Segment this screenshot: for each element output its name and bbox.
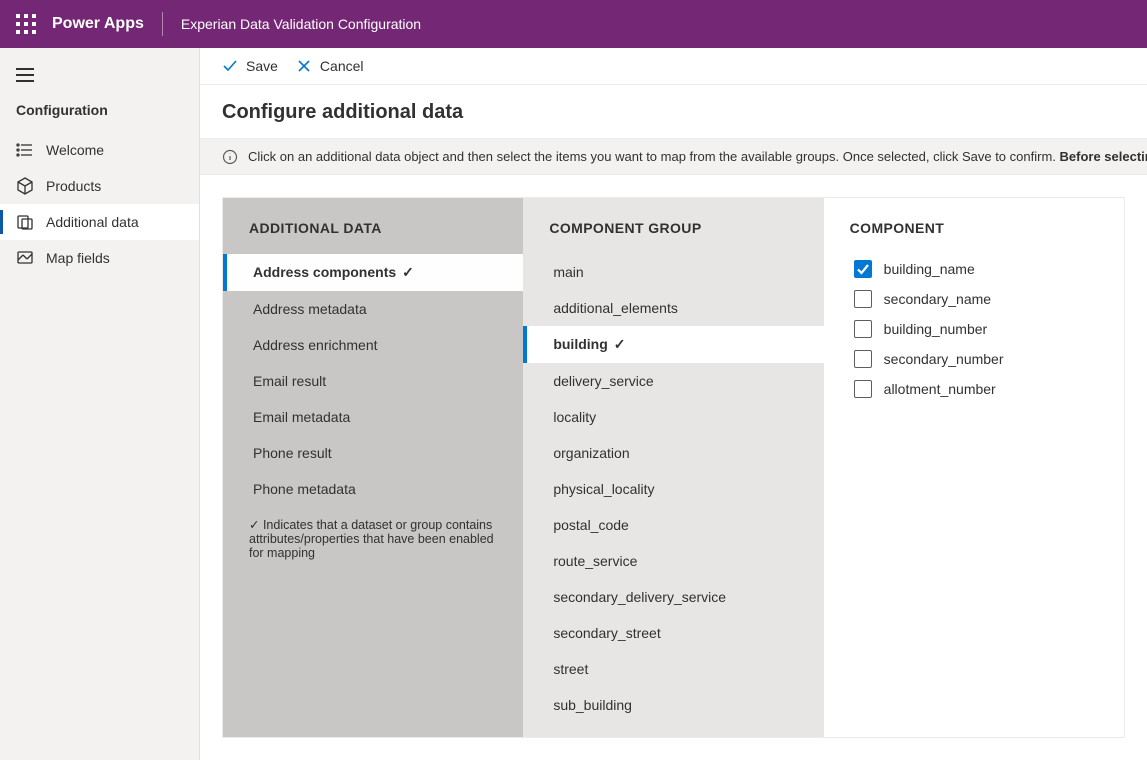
component-label: secondary_number <box>884 351 1004 367</box>
list-item-label: Address metadata <box>253 301 367 317</box>
check-icon <box>222 58 238 74</box>
close-icon <box>296 58 312 74</box>
component-label: secondary_name <box>884 291 991 307</box>
component-group-item[interactable]: physical_locality <box>523 471 823 507</box>
checkbox[interactable] <box>854 350 872 368</box>
list-item-label: postal_code <box>553 517 629 533</box>
sidebar-item-label: Welcome <box>46 142 104 158</box>
list-icon <box>16 141 34 159</box>
list-item-label: building <box>553 336 607 352</box>
col-header-component-group: COMPONENT GROUP <box>523 198 823 254</box>
three-column-panel: ADDITIONAL DATA Address components✓Addre… <box>222 197 1125 738</box>
additional-data-item[interactable]: Address enrichment <box>223 327 523 363</box>
app-launcher-icon[interactable] <box>16 14 36 34</box>
cube-icon <box>16 177 34 195</box>
component-group-item[interactable]: street <box>523 651 823 687</box>
additional-data-item[interactable]: Email metadata <box>223 399 523 435</box>
list-item-label: secondary_street <box>553 625 660 641</box>
component-group-item[interactable]: secondary_delivery_service <box>523 579 823 615</box>
info-bar: Click on an additional data object and t… <box>200 138 1147 175</box>
component-item[interactable]: allotment_number <box>824 374 1124 404</box>
list-item-label: Email result <box>253 373 326 389</box>
component-item[interactable]: secondary_number <box>824 344 1124 374</box>
column-additional-data: ADDITIONAL DATA Address components✓Addre… <box>223 198 523 737</box>
additional-data-item[interactable]: Phone result <box>223 435 523 471</box>
main-area: Save Cancel Configure additional data Cl… <box>200 48 1147 760</box>
data-icon <box>16 213 34 231</box>
info-icon <box>222 149 238 165</box>
list-item-label: route_service <box>553 553 637 569</box>
page-title: Configure additional data <box>200 85 1147 138</box>
additional-data-item[interactable]: Email result <box>223 363 523 399</box>
component-group-item[interactable]: secondary_street <box>523 615 823 651</box>
list-item-label: main <box>553 264 583 280</box>
checkbox[interactable] <box>854 260 872 278</box>
additional-data-item[interactable]: Address components ✓ <box>223 254 523 291</box>
col-header-component: COMPONENT <box>824 198 1124 254</box>
sidebar-item-label: Products <box>46 178 101 194</box>
save-button[interactable]: Save <box>222 58 278 74</box>
col-header-additional-data: ADDITIONAL DATA <box>223 198 523 254</box>
list-item-label: street <box>553 661 588 677</box>
component-group-item[interactable]: route_service <box>523 543 823 579</box>
enabled-check-icon: ✓ <box>614 336 626 352</box>
component-group-item[interactable]: postal_code <box>523 507 823 543</box>
component-label: building_number <box>884 321 988 337</box>
component-group-item[interactable]: sub_building <box>523 687 823 723</box>
sidebar-item-welcome[interactable]: Welcome <box>0 132 199 168</box>
component-group-item[interactable]: main <box>523 254 823 290</box>
divider <box>162 12 163 36</box>
component-label: allotment_number <box>884 381 996 397</box>
component-item[interactable]: building_number <box>824 314 1124 344</box>
sidebar: Configuration Welcome Products Additional … <box>0 48 200 760</box>
list-item-label: additional_elements <box>553 300 678 316</box>
component-item[interactable]: building_name <box>824 254 1124 284</box>
sidebar-item-label: Additional data <box>46 214 139 230</box>
list-item-label: Email metadata <box>253 409 350 425</box>
checkbox[interactable] <box>854 320 872 338</box>
component-group-item[interactable]: building ✓ <box>523 326 823 363</box>
cancel-button[interactable]: Cancel <box>296 58 364 74</box>
component-item[interactable]: secondary_name <box>824 284 1124 314</box>
list-item-label: Address enrichment <box>253 337 378 353</box>
save-label: Save <box>246 58 278 74</box>
list-item-label: organization <box>553 445 629 461</box>
enabled-check-icon: ✓ <box>402 264 414 280</box>
hamburger-icon[interactable] <box>16 68 34 82</box>
cancel-label: Cancel <box>320 58 364 74</box>
action-bar: Save Cancel <box>200 48 1147 85</box>
list-item-label: Address components <box>253 264 396 280</box>
list-item-label: Phone metadata <box>253 481 356 497</box>
additional-data-item[interactable]: Phone metadata <box>223 471 523 507</box>
list-item-label: Phone result <box>253 445 332 461</box>
column-component-group: COMPONENT GROUP main additional_elementsb… <box>523 198 823 737</box>
page-name: Experian Data Validation Configuration <box>167 16 421 32</box>
hint-note: ✓ Indicates that a dataset or group cont… <box>223 507 523 570</box>
info-text: Click on an additional data object and t… <box>248 149 1147 164</box>
additional-data-item[interactable]: Address metadata <box>223 291 523 327</box>
list-item-label: locality <box>553 409 596 425</box>
sidebar-item-map-fields[interactable]: Map fields <box>0 240 199 276</box>
sidebar-heading: Configuration <box>0 96 199 132</box>
topbar: Power Apps Experian Data Validation Conf… <box>0 0 1147 48</box>
column-component: COMPONENT building_name secondary_namebui… <box>824 198 1124 737</box>
component-label: building_name <box>884 261 975 277</box>
sidebar-item-additional-data[interactable]: Additional data <box>0 204 199 240</box>
app-name: Power Apps <box>48 15 158 33</box>
component-group-item[interactable]: additional_elements <box>523 290 823 326</box>
list-item-label: delivery_service <box>553 373 653 389</box>
component-group-item[interactable]: delivery_service <box>523 363 823 399</box>
list-item-label: physical_locality <box>553 481 654 497</box>
checkbox[interactable] <box>854 290 872 308</box>
sidebar-item-label: Map fields <box>46 250 110 266</box>
component-group-item[interactable]: locality <box>523 399 823 435</box>
checkbox[interactable] <box>854 380 872 398</box>
map-icon <box>16 249 34 267</box>
list-item-label: sub_building <box>553 697 632 713</box>
component-group-item[interactable]: organization <box>523 435 823 471</box>
list-item-label: secondary_delivery_service <box>553 589 726 605</box>
sidebar-item-products[interactable]: Products <box>0 168 199 204</box>
